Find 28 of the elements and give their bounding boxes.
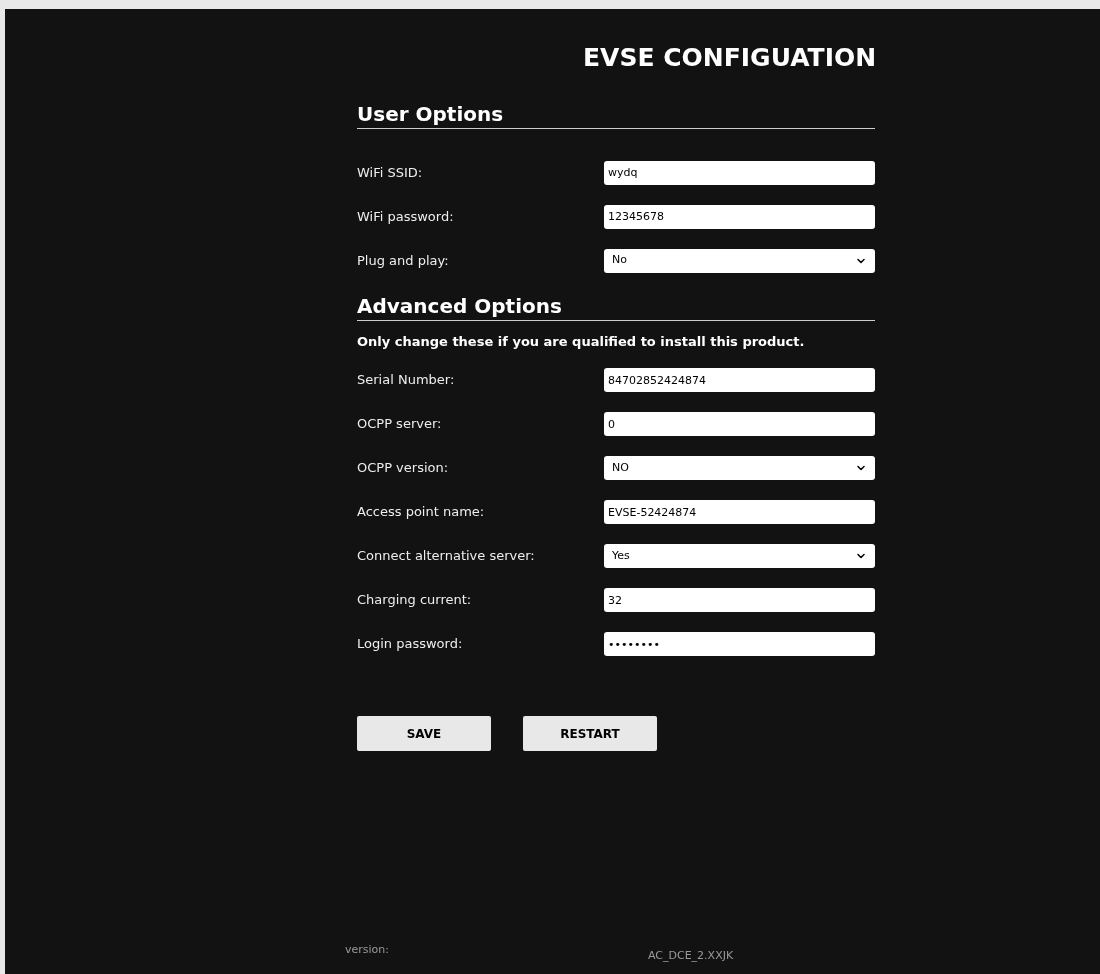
field-label: OCPP server: xyxy=(357,415,443,434)
version-value: AC_DCE_2.XXJK xyxy=(648,947,734,964)
action-button[interactable]: SAVE xyxy=(357,716,491,751)
section-heading: User Options xyxy=(357,100,504,127)
field-label: Charging current: xyxy=(357,591,473,610)
dropdown[interactable]: No xyxy=(604,248,875,273)
input-field[interactable]: 32 xyxy=(604,588,875,612)
field-label: WiFi password: xyxy=(357,207,455,226)
dropdown[interactable]: NO xyxy=(604,456,875,480)
field-label: Access point name: xyxy=(357,503,486,522)
dropdown[interactable]: Yes xyxy=(604,544,875,568)
warning-note: Only change these if you are qualified to install this product. xyxy=(357,332,805,351)
input-field[interactable]: EVSE-52424874 xyxy=(604,500,875,524)
field-label: Plug and play: xyxy=(357,251,450,270)
field-label: WiFi SSID: xyxy=(357,163,424,182)
field-label: Serial Number: xyxy=(357,371,456,390)
field-label: OCPP version: xyxy=(357,459,450,478)
version-label: version: xyxy=(345,941,390,958)
input-field[interactable]: 0 xyxy=(604,412,875,436)
input-field[interactable]: 84702852424874 xyxy=(604,368,875,392)
input-field[interactable]: wydq xyxy=(604,160,875,185)
input-field[interactable]: •••••••• xyxy=(604,632,875,656)
page-title: EVSE CONFIGUATION xyxy=(583,42,877,74)
action-button[interactable]: RESTART xyxy=(523,716,657,751)
field-label: Login password: xyxy=(357,635,464,654)
input-field[interactable]: 12345678 xyxy=(604,204,875,229)
section-heading: Advanced Options xyxy=(357,292,562,319)
field-label: Connect alternative server: xyxy=(357,547,536,566)
